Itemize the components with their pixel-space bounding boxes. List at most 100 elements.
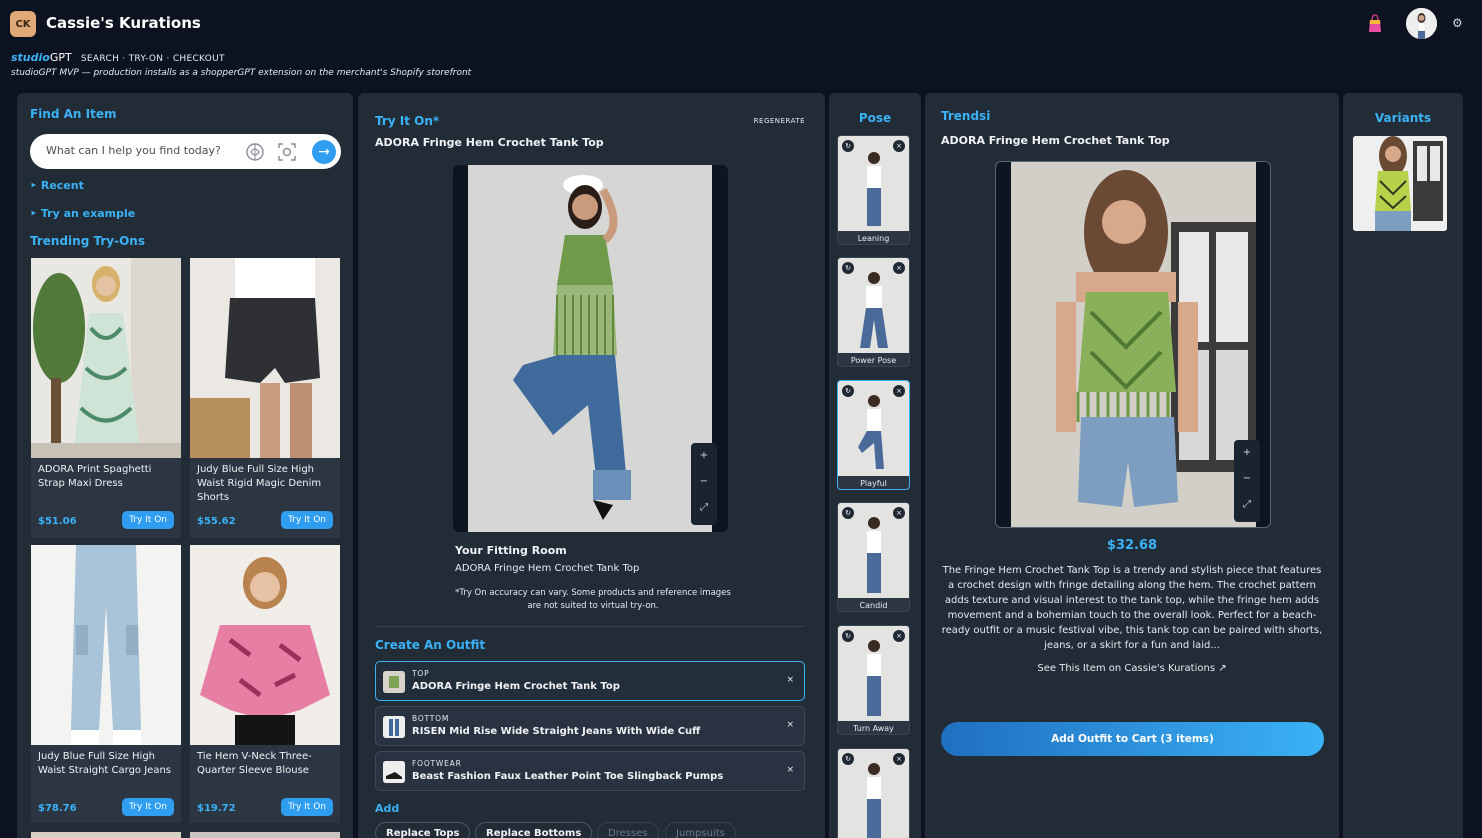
detail-image[interactable] bbox=[996, 162, 1271, 528]
pose-card-turn-away[interactable]: ↻ × Turn Away bbox=[837, 625, 910, 735]
pose-image: ↻ × bbox=[838, 258, 909, 353]
shopping-bag-icon[interactable] bbox=[1364, 12, 1386, 34]
product-name: Judy Blue Full Size High Waist Rigid Mag… bbox=[197, 464, 322, 503]
outfit-row-footwear[interactable]: FOOTWEAR Beast Fashion Faux Leather Poin… bbox=[375, 751, 805, 791]
try-it-on-button[interactable]: Try It On bbox=[122, 798, 174, 816]
zoom-in-button[interactable]: + bbox=[1234, 440, 1260, 466]
outfit-item-name: ADORA Fringe Hem Crochet Tank Top bbox=[412, 681, 620, 692]
try-it-on-button[interactable]: Try It On bbox=[122, 511, 174, 529]
pose-remove-icon[interactable]: × bbox=[893, 753, 905, 765]
pose-refresh-icon[interactable]: ↻ bbox=[842, 385, 854, 397]
remove-icon[interactable]: × bbox=[786, 765, 794, 775]
avatar[interactable] bbox=[1406, 8, 1437, 39]
pose-label: Leaning bbox=[857, 234, 890, 243]
try-it-on-button[interactable]: Try It On bbox=[281, 798, 333, 816]
product-price: $51.06 bbox=[38, 516, 77, 527]
brand-subtitle: studioGPT MVP — production installs as a… bbox=[11, 68, 472, 78]
brand-studio: studio bbox=[11, 51, 50, 64]
fitting-room-product: ADORA Fringe Hem Crochet Tank Top bbox=[455, 563, 640, 574]
pose-card-more[interactable]: ↻ × bbox=[837, 748, 910, 838]
pose-card-leaning[interactable]: ↻ × Leaning bbox=[837, 135, 910, 245]
product-image[interactable] bbox=[31, 258, 181, 458]
zoom-in-button[interactable]: + bbox=[691, 443, 717, 469]
chip-replace-tops[interactable]: Replace Tops bbox=[375, 822, 471, 838]
pose-panel: Pose ↻ × Leaning ↻ × Power Pose ↻ × Play… bbox=[829, 93, 921, 838]
gear-icon[interactable]: ⚙ bbox=[1452, 16, 1466, 30]
detail-price: $32.68 bbox=[1106, 538, 1158, 553]
zoom-out-button[interactable]: − bbox=[691, 469, 717, 495]
pose-refresh-icon[interactable]: ↻ bbox=[842, 262, 854, 274]
pose-label: Turn Away bbox=[853, 724, 894, 733]
pose-refresh-icon[interactable]: ↻ bbox=[842, 630, 854, 642]
search-submit-button[interactable]: → bbox=[312, 140, 336, 164]
pose-remove-icon[interactable]: × bbox=[893, 385, 905, 397]
outfit-row-top[interactable]: TOP ADORA Fringe Hem Crochet Tank Top × bbox=[375, 661, 805, 701]
variants-title: Variants bbox=[1374, 111, 1432, 125]
find-title: Find An Item bbox=[30, 107, 117, 121]
example-toggle[interactable]: ‣ Try an example bbox=[30, 207, 135, 220]
app-title: Cassie's Kurations bbox=[46, 14, 201, 32]
pose-remove-icon[interactable]: × bbox=[893, 140, 905, 152]
outfit-item-name: Beast Fashion Faux Leather Point Toe Sli… bbox=[412, 771, 724, 782]
product-price: $55.62 bbox=[197, 516, 236, 527]
pose-refresh-icon[interactable]: ↻ bbox=[842, 507, 854, 519]
product-image[interactable] bbox=[31, 545, 181, 745]
find-panel: Find An Item → ‣ Recent ‣ Try an example… bbox=[17, 93, 353, 838]
outfit-title: Create An Outfit bbox=[375, 638, 486, 652]
zoom-reset-button[interactable]: ⤢ bbox=[1234, 492, 1260, 518]
pose-card-power-pose[interactable]: ↻ × Power Pose bbox=[837, 257, 910, 367]
outfit-thumb bbox=[383, 671, 405, 693]
pose-remove-icon[interactable]: × bbox=[893, 262, 905, 274]
pose-image: ↻ × bbox=[838, 503, 909, 598]
pose-remove-icon[interactable]: × bbox=[893, 507, 905, 519]
try-it-on-button[interactable]: Try It On bbox=[281, 511, 333, 529]
pose-card-playful[interactable]: ↻ × Playful bbox=[837, 380, 910, 490]
zoom-reset-button[interactable]: ⤢ bbox=[691, 495, 717, 521]
outfit-thumb bbox=[383, 761, 405, 783]
pose-image: ↻ × bbox=[838, 381, 909, 476]
chip-dresses[interactable]: Dresses bbox=[597, 822, 659, 838]
remove-icon[interactable]: × bbox=[786, 720, 794, 730]
add-title: Add bbox=[375, 802, 400, 815]
remove-icon[interactable]: × bbox=[786, 675, 794, 685]
product-card[interactable]: Judy Blue Full Size High Waist Rigid Mag… bbox=[190, 258, 340, 538]
try-on-panel: Try It On* REGENERATE ADORA Fringe Hem C… bbox=[358, 93, 825, 838]
outfit-thumb bbox=[383, 716, 405, 738]
product-image[interactable] bbox=[190, 258, 340, 458]
variant-thumbnail[interactable] bbox=[1353, 136, 1447, 231]
zoom-out-button[interactable]: − bbox=[1234, 466, 1260, 492]
search-input[interactable] bbox=[46, 144, 226, 157]
add-outfit-to-cart-button[interactable]: Add Outfit to Cart (3 items) bbox=[941, 722, 1324, 756]
pose-remove-icon[interactable]: × bbox=[893, 630, 905, 642]
product-card[interactable]: Judy Blue Full Size High Waist Straight … bbox=[31, 545, 181, 823]
outfit-kind: FOOTWEAR bbox=[412, 759, 462, 768]
pose-refresh-icon[interactable]: ↻ bbox=[842, 753, 854, 765]
pose-refresh-icon[interactable]: ↻ bbox=[842, 140, 854, 152]
product-card-partial bbox=[31, 832, 181, 838]
outfit-row-bottom[interactable]: BOTTOM RISEN Mid Rise Wide Straight Jean… bbox=[375, 706, 805, 746]
brand-nav: SEARCH · TRY-ON · CHECKOUT bbox=[80, 54, 225, 64]
pose-label: Power Pose bbox=[850, 356, 897, 365]
chip-replace-bottoms[interactable]: Replace Bottoms bbox=[475, 822, 593, 838]
chip-jumpsuits[interactable]: Jumpsuits bbox=[665, 822, 736, 838]
product-price: $78.76 bbox=[38, 803, 77, 814]
detail-product-title: ADORA Fringe Hem Crochet Tank Top bbox=[941, 134, 1170, 147]
pose-card-candid[interactable]: ↻ × Candid bbox=[837, 502, 910, 612]
recent-toggle[interactable]: ‣ Recent bbox=[30, 179, 84, 192]
voice-icon[interactable] bbox=[244, 141, 266, 163]
regenerate-button[interactable]: REGENERATE bbox=[754, 117, 805, 125]
product-card[interactable]: ADORA Print Spaghetti Strap Maxi Dress $… bbox=[31, 258, 181, 538]
outfit-kind: BOTTOM bbox=[412, 714, 450, 723]
zoom-controls: + − ⤢ bbox=[1234, 440, 1260, 522]
try-on-image-frame: + − ⤢ bbox=[453, 165, 728, 532]
product-card[interactable]: Tie Hem V-Neck Three-Quarter Sleeve Blou… bbox=[190, 545, 340, 823]
product-name: ADORA Print Spaghetti Strap Maxi Dress bbox=[38, 464, 152, 489]
product-description: The Fringe Hem Crochet Tank Top is a tre… bbox=[941, 565, 1323, 651]
try-on-image[interactable] bbox=[453, 165, 728, 532]
see-item-link[interactable]: See This Item on Cassie's Kurations ↗ bbox=[925, 663, 1339, 674]
product-image[interactable] bbox=[190, 545, 340, 745]
vendor-name: Trendsi bbox=[941, 109, 991, 123]
variants-panel: Variants bbox=[1343, 93, 1463, 838]
camera-scan-icon[interactable] bbox=[276, 141, 298, 163]
pose-image: ↻ × bbox=[838, 749, 909, 838]
